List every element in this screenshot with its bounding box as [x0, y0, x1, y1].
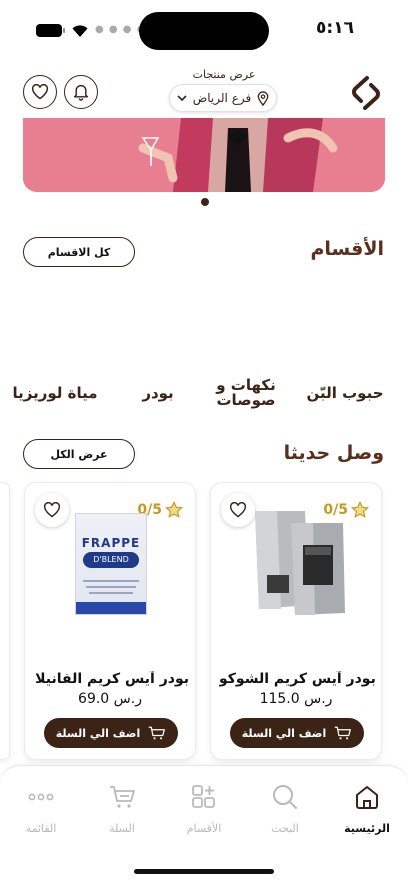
wifi-icon [70, 22, 90, 42]
product-image-title: FRAPPE [81, 536, 141, 550]
tab-search[interactable]: البحث [250, 766, 320, 835]
view-all-button[interactable]: عرض الكل [23, 439, 135, 469]
grid-plus-icon [169, 780, 239, 814]
product-price: 69.0 ر.س [78, 691, 142, 707]
all-categories-button[interactable]: كل الاقسام [23, 237, 135, 267]
tab-categories[interactable]: الأقسام [169, 766, 239, 835]
category-powder[interactable]: بودر [118, 386, 198, 401]
add-to-cart-label: اضف الي السلة [241, 726, 327, 740]
tab-home[interactable]: الرئيسية [332, 766, 402, 835]
heart-icon [229, 502, 247, 518]
product-name: بودر آيس كريم الشوكو... [219, 671, 375, 687]
product-image: FRAPPE D'BLEND [75, 513, 147, 615]
promo-banner[interactable] [23, 118, 385, 192]
category-water[interactable]: مياة لوريزيا [10, 386, 100, 401]
tab-home-label: الرئيسية [344, 822, 390, 835]
tab-menu[interactable]: القائمة [6, 766, 76, 835]
heart-icon [43, 502, 61, 518]
star-icon [351, 501, 369, 518]
notifications-button[interactable] [64, 75, 98, 109]
favorite-toggle[interactable] [35, 493, 69, 527]
add-to-cart-button[interactable]: اضف الي السلة [44, 718, 178, 748]
favorites-button[interactable] [23, 75, 57, 109]
bell-icon [73, 84, 89, 101]
category-coffee-beans[interactable]: حبوب البّن [300, 386, 390, 401]
home-icon [332, 780, 402, 814]
chevron-down-icon [177, 94, 187, 101]
banner-image [23, 118, 385, 192]
star-icon [165, 501, 183, 518]
product-price: 115.0 ر.س [259, 691, 333, 707]
carousel-dot-active[interactable] [201, 198, 209, 206]
product-image [255, 511, 345, 615]
more-icon [6, 780, 76, 814]
product-name: بودر آيس كريم الفانيلا [35, 671, 189, 687]
product-card-partial[interactable] [0, 482, 10, 760]
heart-icon [31, 84, 49, 100]
location-pin-icon [257, 90, 269, 106]
add-to-cart-label: اضف الي السلة [55, 726, 141, 740]
search-icon [250, 780, 320, 814]
tab-cart-label: السلة [109, 822, 135, 835]
tab-categories-label: الأقسام [186, 822, 222, 835]
add-to-cart-button[interactable]: اضف الي السلة [230, 718, 364, 748]
cart-icon [87, 780, 157, 814]
home-indicator [134, 869, 274, 874]
branch-label: فرع الرياض [192, 91, 252, 105]
branch-selector[interactable]: فرع الرياض [169, 84, 277, 112]
header-caption: عرض منتجات [192, 68, 256, 81]
status-time: ٥:١٦ [316, 18, 354, 38]
tab-cart[interactable]: السلة [87, 766, 157, 835]
product-card[interactable]: 0/5 FRAPPE D'BLEND بودر آيس كريم الفانيل… [24, 482, 196, 760]
category-flavors-sauces[interactable]: نكهات و صوصات [205, 378, 287, 408]
categories-title: الأقسام [310, 238, 385, 260]
cart-icon [335, 726, 352, 740]
brand-logo [347, 75, 385, 115]
dynamic-island [139, 12, 269, 50]
tab-bar: الرئيسية البحث الأقسام السلة القائمة [0, 765, 408, 883]
product-card[interactable]: 0/5 بودر آيس كريم الشوكو... 115.0 ر.س اض… [210, 482, 382, 760]
battery-icon [36, 24, 65, 37]
tab-search-label: البحث [271, 822, 299, 835]
new-arrivals-title: وصل حديثا [283, 442, 384, 464]
tab-menu-label: القائمة [25, 822, 57, 835]
product-image-brand: D'BLEND [83, 552, 139, 568]
cart-icon [149, 726, 166, 740]
